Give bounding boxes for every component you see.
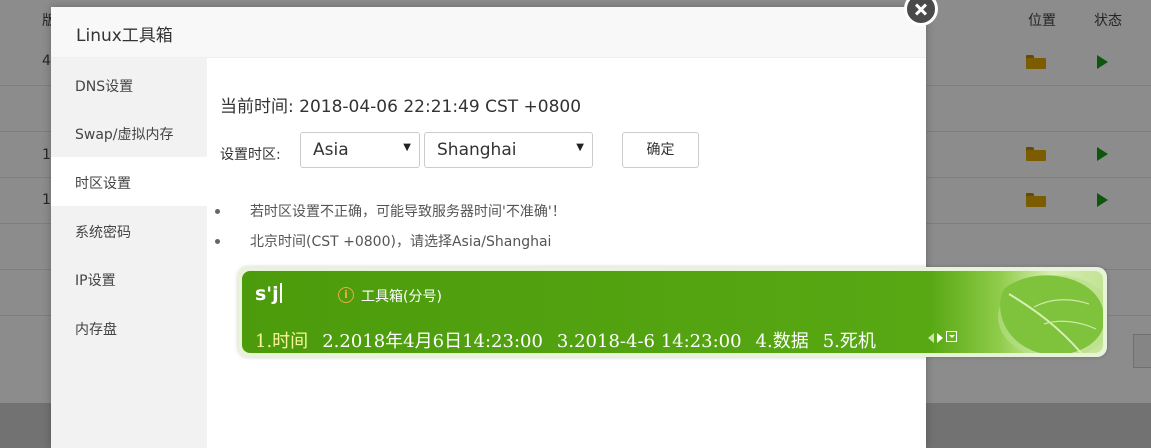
timezone-label: 设置时区: — [220, 147, 281, 163]
sidebar-item-ramdisk[interactable]: 内存盘 — [51, 303, 207, 352]
timezone-panel: 当前时间: 2018-04-06 22:21:49 CST +0800 设置时区… — [207, 58, 926, 448]
candidate-item[interactable]: 1.时间 — [255, 331, 308, 352]
bullet-icon — [215, 239, 220, 244]
sidebar-item-dns[interactable]: DNS设置 — [51, 60, 207, 109]
ime-candidates: 1.时间 2.2018年4月6日14:23:00 3.2018-4-6 14:23:… — [255, 327, 890, 353]
city-select[interactable]: Shanghai ▼ — [424, 132, 593, 168]
city-value: Shanghai — [437, 140, 517, 160]
confirm-button[interactable]: 确定 — [622, 132, 699, 168]
dropdown-arrow-icon: ▼ — [576, 142, 584, 153]
region-select[interactable]: Asia ▼ — [300, 132, 420, 168]
region-value: Asia — [313, 140, 349, 160]
candidate-item[interactable]: 3.2018-4-6 14:23:00 — [557, 331, 742, 352]
bullet-icon — [215, 209, 220, 214]
dropdown-arrow-icon: ▼ — [403, 142, 411, 153]
sidebar-item-ip[interactable]: IP设置 — [51, 254, 207, 303]
candidate-item[interactable]: 2.2018年4月6日14:23:00 — [322, 331, 543, 352]
leaf-decoration-icon — [998, 275, 1103, 353]
next-page-icon[interactable] — [937, 333, 943, 343]
ime-menu-icon[interactable] — [946, 331, 957, 342]
dialog-title: Linux工具箱 — [76, 26, 173, 46]
candidate-item[interactable]: 5.死机 — [823, 331, 876, 352]
candidate-item[interactable]: 4.数据 — [756, 331, 809, 352]
sidebar-item-swap[interactable]: Swap/虚拟内存 — [51, 108, 207, 157]
dialog-title-bar: Linux工具箱 — [51, 7, 926, 58]
sidebar-item-password[interactable]: 系统密码 — [51, 206, 207, 255]
ime-input: s'j — [255, 283, 282, 305]
info-icon[interactable]: i — [338, 287, 354, 303]
sidebar: DNS设置 Swap/虚拟内存 时区设置 系统密码 IP设置 内存盘 — [51, 58, 207, 448]
ime-candidate-window: s'j i 工具箱(分号) 1.时间 2.2018年4月6日14:23:00 3.2… — [238, 267, 1107, 357]
ime-title: 工具箱(分号) — [361, 289, 442, 305]
prev-page-icon[interactable] — [928, 333, 934, 343]
current-time: 当前时间: 2018-04-06 22:21:49 CST +0800 — [220, 97, 582, 117]
linux-toolbox-dialog: Linux工具箱 DNS设置 Swap/虚拟内存 时区设置 系统密码 IP设置 … — [51, 7, 926, 448]
sidebar-item-timezone[interactable]: 时区设置 — [51, 157, 207, 206]
